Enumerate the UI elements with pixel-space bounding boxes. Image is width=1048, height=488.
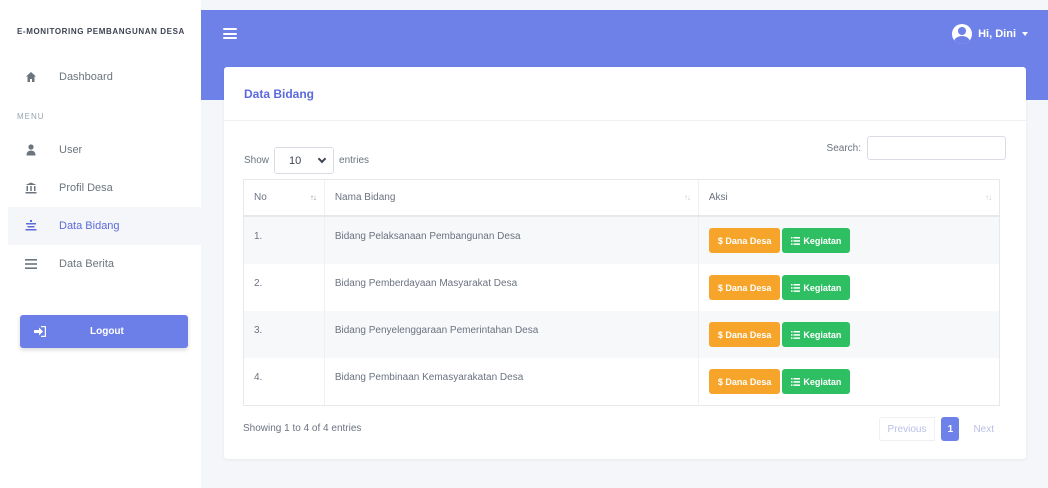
- brand-title: E-MONITORING PEMBANGUNAN DESA: [17, 27, 185, 36]
- cell-aksi: $ Dana Desa Kegiatan: [697, 264, 999, 311]
- cell-nama-bidang: Bidang Penyelenggaraan Pemerintahan Desa: [323, 311, 698, 358]
- column-header-aksi[interactable]: Aksi ↑↓: [697, 180, 999, 215]
- logout-label: Logout: [90, 326, 124, 337]
- dana-desa-button[interactable]: $ Dana Desa: [708, 369, 781, 394]
- avatar-icon: [952, 24, 973, 44]
- entries-select[interactable]: 10: [274, 147, 335, 174]
- menu-section-label: MENU: [17, 112, 45, 121]
- sidebar-item-label: Data Bidang: [59, 220, 120, 232]
- next-page-button[interactable]: Next: [965, 417, 1002, 441]
- dana-desa-button[interactable]: $ Dana Desa: [708, 322, 781, 347]
- column-label: Nama Bidang: [334, 192, 396, 203]
- list-ol-icon: [791, 283, 801, 292]
- sort-asc-icon: ↑↓: [309, 193, 317, 202]
- cell-nama-bidang: Bidang Pelaksanaan Pembangunan Desa: [323, 217, 698, 264]
- cell-aksi: $ Dana Desa Kegiatan: [697, 217, 999, 264]
- sidebar-item-label: User: [59, 144, 83, 156]
- sort-icon: ↑↓: [985, 193, 992, 202]
- list-ol-icon: [791, 377, 801, 386]
- kegiatan-button[interactable]: Kegiatan: [782, 275, 851, 300]
- cell-aksi: $ Dana Desa Kegiatan: [697, 358, 999, 405]
- table-row: 3. Bidang Penyelenggaraan Pemerintahan D…: [244, 311, 999, 358]
- user-greeting: Hi, Dini: [978, 28, 1016, 40]
- search-control: Search:: [827, 136, 1006, 160]
- cell-no: 3.: [254, 325, 263, 336]
- column-label: No: [254, 192, 267, 203]
- column-label: Aksi: [708, 192, 728, 203]
- entries-label: entries: [339, 155, 370, 166]
- sidebar: E-MONITORING PEMBANGUNAN DESA Dashboard …: [0, 0, 201, 488]
- list-ol-icon: [791, 330, 801, 339]
- previous-page-button[interactable]: Previous: [878, 417, 936, 441]
- menu-toggle-icon[interactable]: [223, 28, 237, 39]
- kegiatan-label: Kegiatan: [803, 282, 842, 293]
- sign-out-icon: [34, 326, 48, 337]
- kegiatan-label: Kegiatan: [803, 376, 842, 387]
- table-info: Showing 1 to 4 of 4 entries: [243, 423, 362, 434]
- cell-no: 2.: [254, 278, 263, 289]
- list-icon: [23, 219, 39, 233]
- table-row: 4. Bidang Pembinaan Kemasyarakatan Desa …: [244, 358, 999, 405]
- table-row: 2. Bidang Pemberdayaan Masyarakat Desa $…: [244, 264, 999, 311]
- table-header: No ↑↓ Nama Bidang ↑↓ Aksi ↑↓: [244, 180, 999, 217]
- dana-desa-button[interactable]: $ Dana Desa: [708, 228, 781, 253]
- data-bidang-card: Data Bidang Show 10 entries Search: No ↑…: [224, 67, 1026, 459]
- bars-icon: [23, 257, 39, 271]
- cell-no: 4.: [254, 372, 263, 383]
- sidebar-item-data-bidang[interactable]: Data Bidang: [8, 207, 201, 245]
- kegiatan-label: Kegiatan: [803, 329, 842, 340]
- sidebar-item-label: Data Berita: [59, 258, 115, 270]
- caret-down-icon: [1022, 32, 1028, 36]
- logout-button[interactable]: Logout: [20, 315, 188, 348]
- bank-icon: [23, 181, 39, 195]
- page-1-button[interactable]: 1: [941, 417, 960, 441]
- cell-aksi: $ Dana Desa Kegiatan: [697, 311, 999, 358]
- sort-icon: ↑↓: [683, 193, 691, 202]
- table-row: 1. Bidang Pelaksanaan Pembangunan Desa $…: [244, 217, 999, 264]
- sidebar-item-label: Profil Desa: [59, 182, 113, 194]
- cell-nama-bidang: Bidang Pembinaan Kemasyarakatan Desa: [323, 358, 698, 405]
- chevron-down-icon: [317, 154, 327, 164]
- kegiatan-button[interactable]: Kegiatan: [782, 322, 851, 347]
- cell-nama-bidang: Bidang Pemberdayaan Masyarakat Desa: [323, 264, 698, 311]
- kegiatan-button[interactable]: Kegiatan: [782, 369, 851, 394]
- sidebar-item-dashboard[interactable]: Dashboard: [8, 58, 201, 96]
- sidebar-item-data-berita[interactable]: Data Berita: [8, 245, 201, 283]
- entries-length-control: Show 10 entries: [244, 147, 369, 174]
- sidebar-item-user[interactable]: User: [8, 131, 201, 169]
- kegiatan-button[interactable]: Kegiatan: [782, 228, 851, 253]
- search-label: Search:: [826, 142, 861, 154]
- home-icon: [23, 70, 39, 84]
- sidebar-item-profil-desa[interactable]: Profil Desa: [8, 169, 201, 207]
- list-ol-icon: [791, 236, 801, 245]
- column-header-no[interactable]: No ↑↓: [244, 180, 324, 215]
- column-header-nama-bidang[interactable]: Nama Bidang ↑↓: [323, 180, 698, 215]
- show-label: Show: [244, 155, 270, 166]
- user-menu[interactable]: Hi, Dini: [952, 24, 1028, 44]
- sidebar-item-label: Dashboard: [59, 71, 113, 83]
- data-table: No ↑↓ Nama Bidang ↑↓ Aksi ↑↓ 1. Bidang P…: [243, 179, 1000, 406]
- page-title: Data Bidang: [244, 86, 315, 101]
- pagination: Previous 1 Next: [878, 417, 1002, 441]
- search-input[interactable]: [867, 136, 1006, 160]
- kegiatan-label: Kegiatan: [803, 235, 842, 246]
- card-header: Data Bidang: [224, 67, 1026, 121]
- entries-value: 10: [289, 154, 302, 167]
- dana-desa-button[interactable]: $ Dana Desa: [708, 275, 781, 300]
- cell-no: 1.: [254, 231, 263, 242]
- user-icon: [23, 143, 39, 157]
